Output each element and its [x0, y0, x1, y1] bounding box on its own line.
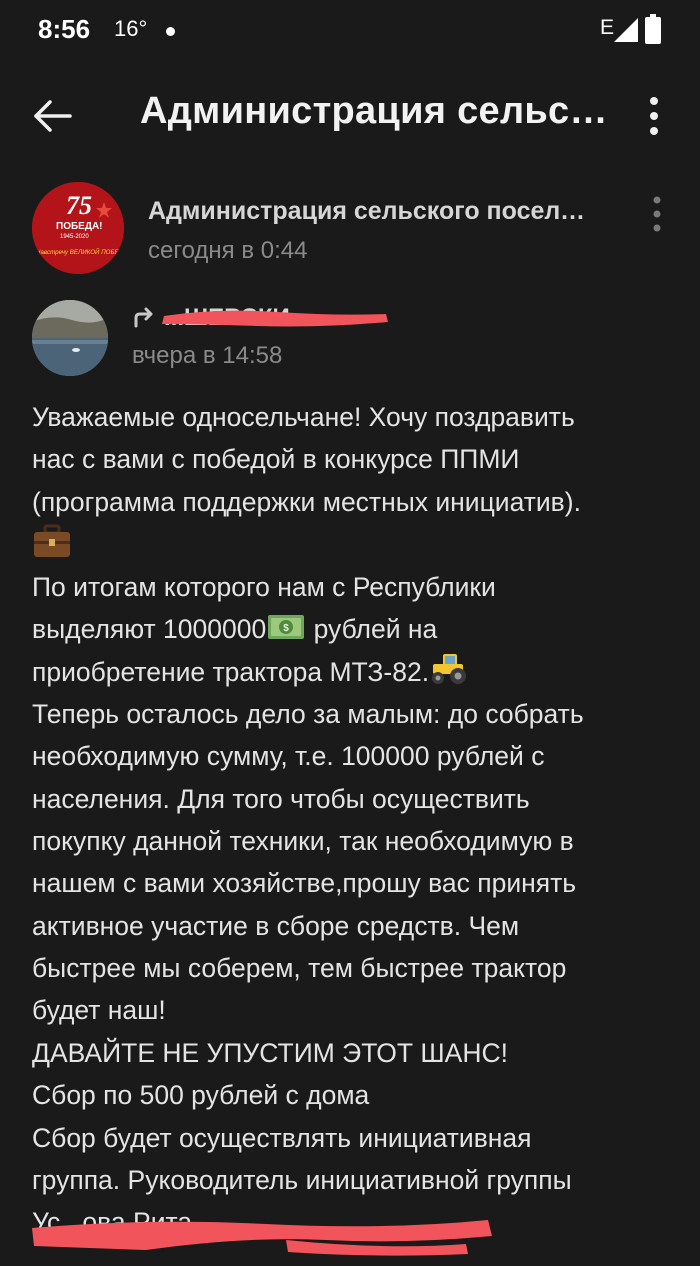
text-segment: приобретение трактора МТЗ-82. — [32, 657, 430, 688]
text-line: приобретение трактора МТЗ-82. — [32, 650, 672, 692]
text-line: Уважаемые односельчане! Хочу поздравить — [32, 402, 575, 432]
notification-dot-icon — [166, 27, 175, 36]
text-line: ДАВАЙТЕ НЕ УПУСТИМ ЭТОТ ШАНС! — [32, 1037, 508, 1068]
text-line: выделяют 1000000 $ рублей на — [32, 608, 672, 650]
text-segment: выделяют 1000000 — [32, 613, 267, 644]
tractor-emoji-icon — [432, 654, 467, 685]
lake-photo — [32, 300, 108, 376]
text-line: активное участие в сборе средств. Чем — [32, 910, 520, 941]
text-line: (программа поддержки местных инициатив). — [32, 486, 581, 517]
text-line: группа. Руководитель инициативной группы — [32, 1165, 572, 1196]
repost-header: ...ШЕВСКИ вчера в 14:58 — [0, 296, 700, 386]
text-line — [32, 523, 672, 565]
briefcase-emoji-icon — [34, 524, 70, 558]
post-text: Уважаемые односельчане! Хочу поздравить … — [32, 396, 672, 1244]
network-type: E — [600, 16, 615, 39]
battery-icon — [645, 14, 661, 44]
svg-text:$: $ — [283, 623, 289, 634]
more-options-icon[interactable] — [636, 92, 672, 140]
post-more-icon[interactable] — [644, 194, 670, 234]
money-emoji-icon: $ — [268, 614, 305, 639]
post-timestamp: сегодня в 0:44 — [148, 237, 308, 264]
status-time: 8:56 — [38, 14, 91, 44]
back-arrow-icon[interactable] — [26, 90, 78, 142]
group-name[interactable]: Администрация сельского поселения — [148, 197, 588, 226]
text-line: По итогам которого нам с Республики — [32, 571, 496, 602]
avatar-slogan: Навстречу ВЕЛИКОЙ ПОБЕДЕ! — [36, 248, 124, 256]
repost-author-avatar[interactable] — [32, 300, 108, 376]
avatar-number: 75 — [66, 191, 92, 220]
victory-75-logo: 75 ПОБЕДА! 1945-2020 Навстречу ВЕЛИКОЙ П… — [32, 182, 124, 274]
text-line: необходимую сумму, т.е. 100000 рублей с — [32, 741, 545, 772]
text-line: Теперь осталось дело за малым: до собрат… — [32, 698, 584, 729]
avatar-years: 1945-2020 — [60, 234, 89, 240]
text-line: будет наш! — [32, 995, 166, 1026]
post-header: 75 ПОБЕДА! 1945-2020 Навстречу ВЕЛИКОЙ П… — [0, 178, 700, 284]
text-line: населения. Для того чтобы осуществить — [32, 783, 530, 814]
text-line: покупку данной техники, так необходимую … — [32, 825, 574, 856]
text-segment: рублей на — [306, 613, 438, 644]
signal-icon — [614, 18, 638, 42]
redaction-scribble — [32, 1220, 492, 1256]
text-line: нашем с вами хозяйстве,прошу вас принять — [32, 868, 577, 899]
avatar-pobeda: ПОБЕДА! — [56, 221, 103, 232]
status-temperature: 16° — [114, 16, 148, 41]
app-bar: Администрация сельского поселения — [0, 62, 700, 170]
group-avatar[interactable]: 75 ПОБЕДА! 1945-2020 Навстречу ВЕЛИКОЙ П… — [32, 182, 124, 274]
redaction-scribble — [162, 310, 388, 327]
text-line: Сбор будет осуществлять инициативная — [32, 1122, 532, 1153]
repost-arrow-icon — [134, 307, 153, 328]
status-bar: 8:56 16° E — [0, 0, 700, 62]
text-line: Сбор по 500 рублей с дома — [32, 1080, 370, 1111]
page-title: Администрация сельского поселения — [140, 90, 610, 132]
text-line: быстрее мы соберем, тем быстрее трактор — [32, 953, 567, 984]
repost-timestamp: вчера в 14:58 — [132, 342, 283, 369]
text-line: нас с вами с победой в конкурсе ППМИ — [32, 444, 520, 475]
